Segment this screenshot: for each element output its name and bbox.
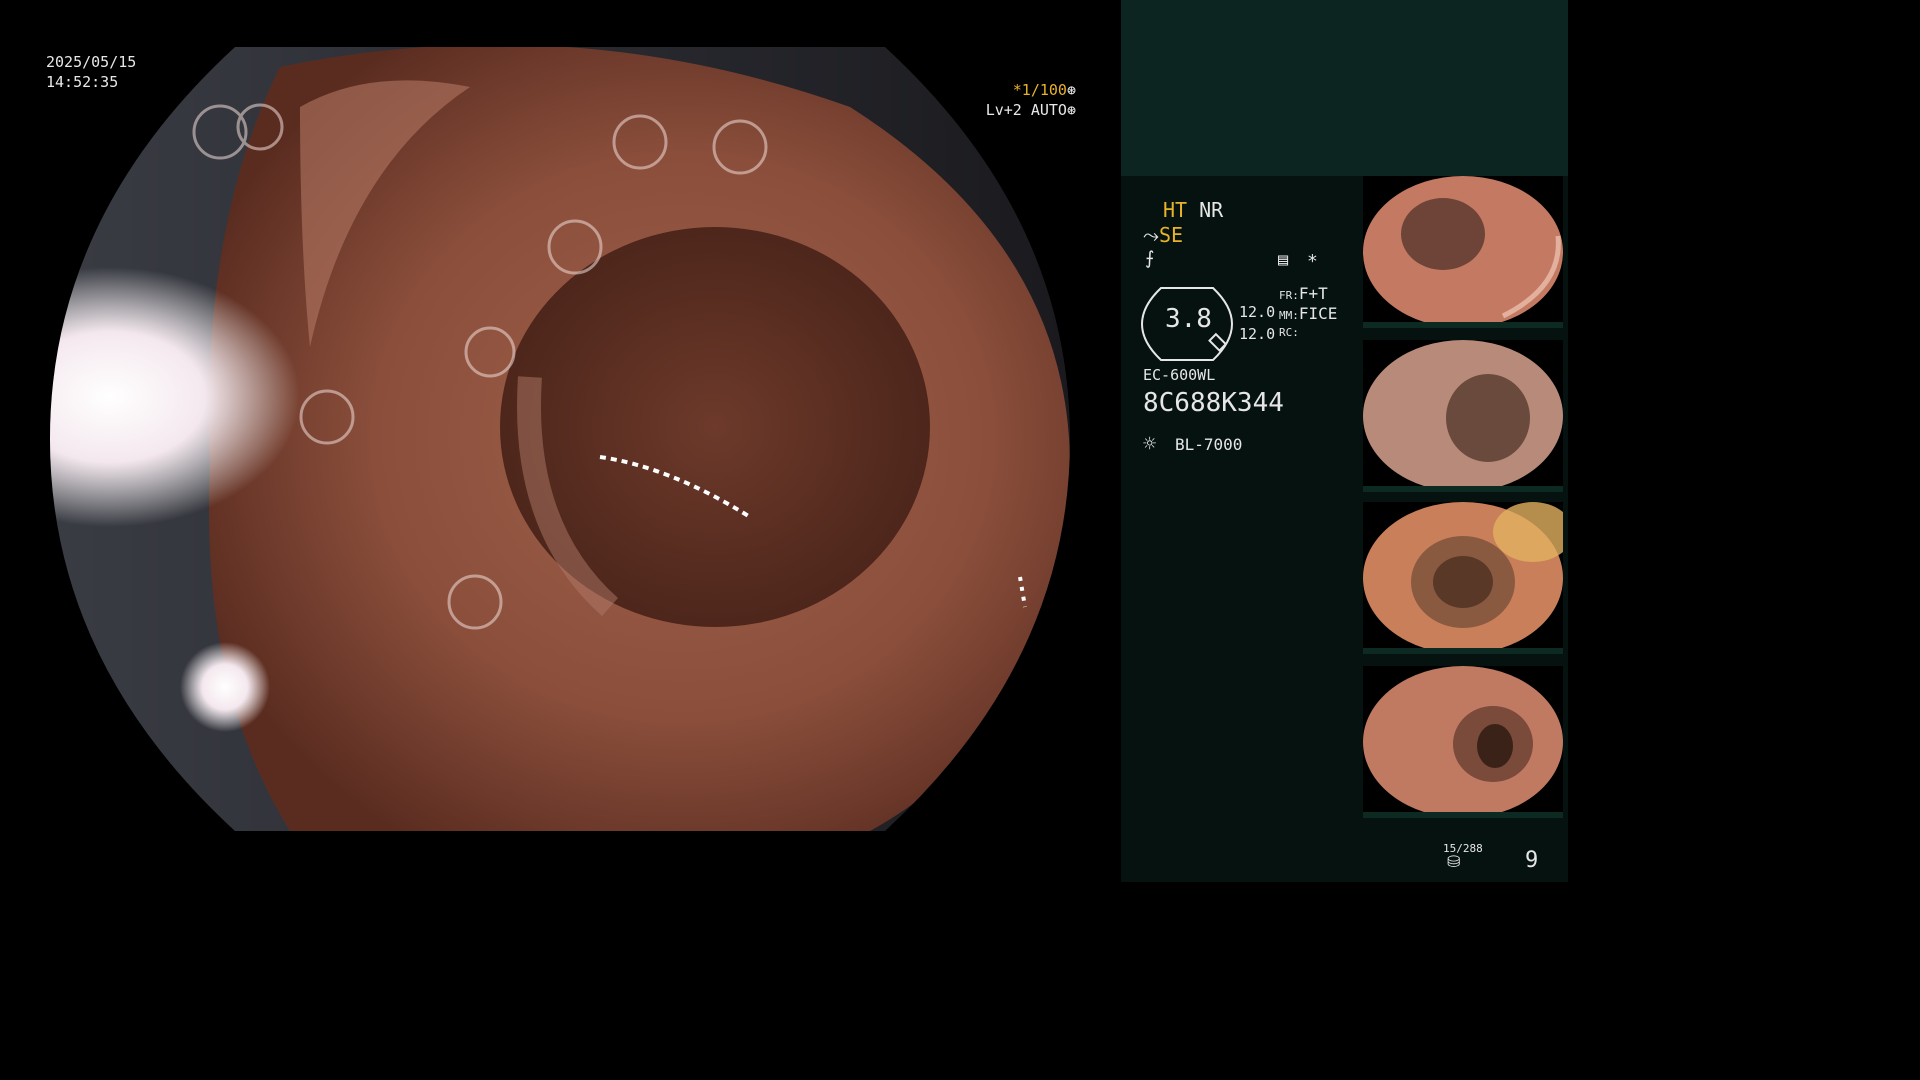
storage-icon: ⛁ — [1447, 852, 1461, 871]
rc-label: RC: — [1279, 326, 1299, 339]
iris-icon: ⊛ — [1066, 101, 1076, 119]
enhance-curve-icon: ⤳ — [1143, 223, 1159, 247]
thumbnail-image — [1363, 340, 1563, 492]
shutter-speed: *1/100 — [1012, 81, 1067, 99]
scope-model: EC-600WL — [1143, 366, 1216, 384]
value-1: 12.0 — [1239, 303, 1276, 321]
scope-serial: 8C688K344 — [1143, 388, 1284, 418]
captured-thumbnail-2[interactable] — [1363, 340, 1563, 492]
zoom-value: 3.8 — [1165, 304, 1212, 334]
captured-thumbnail-1[interactable] — [1363, 176, 1563, 328]
asterisk-indicator: * — [1307, 251, 1318, 272]
mm-value: FICE — [1298, 304, 1338, 323]
fr-value: F+T — [1298, 284, 1328, 303]
display-mode-icon: ▤ — [1278, 250, 1289, 270]
se-label: SE — [1159, 223, 1184, 247]
thumbnail-image — [1363, 502, 1563, 654]
panel-header-area — [1121, 0, 1568, 176]
mm-row: MM:FICE — [1279, 304, 1337, 323]
endoscopic-image — [50, 47, 1070, 831]
fr-row: FR:F+T — [1279, 284, 1328, 303]
mm-label: MM: — [1279, 309, 1299, 322]
page-number: 9 — [1525, 848, 1539, 873]
fr-label: FR: — [1279, 289, 1299, 302]
date-time-readout: 2025/05/15 14:52:35 — [46, 52, 136, 92]
gear-wheel-icon: ⊛ — [1066, 81, 1076, 99]
thumbnail-image — [1363, 176, 1563, 328]
light-source-icon: ☼ — [1143, 432, 1157, 457]
nr-mode: NR — [1199, 198, 1224, 222]
value-2: 12.0 — [1239, 325, 1276, 343]
endoscope-main-view: 2025/05/15 14:52:35 *1/100⊛ Lv+2 AUTO⊛ — [0, 0, 1120, 882]
info-panel: HT NR ⤳SE ⨍ ▤ * 3.8 12.0 12.0 FR:F+T MM:… — [1121, 0, 1568, 882]
captured-thumbnail-3[interactable] — [1363, 502, 1563, 654]
thumbnail-image — [1363, 666, 1563, 818]
level-auto: Lv+2 AUTO — [985, 101, 1067, 119]
time-text: 14:52:35 — [46, 73, 119, 91]
light-source-model: BL-7000 — [1175, 435, 1243, 454]
se-indicator: ⤳SE — [1143, 223, 1183, 247]
captured-thumbnail-4[interactable] — [1363, 666, 1563, 818]
shutter-info: *1/100⊛ Lv+2 AUTO⊛ — [986, 80, 1076, 120]
mode-indicators: HT NR — [1163, 198, 1223, 222]
freeze-mark-icon: ⨍ — [1145, 248, 1155, 269]
date-text: 2025/05/15 — [46, 53, 137, 71]
ht-mode: HT — [1163, 198, 1188, 222]
